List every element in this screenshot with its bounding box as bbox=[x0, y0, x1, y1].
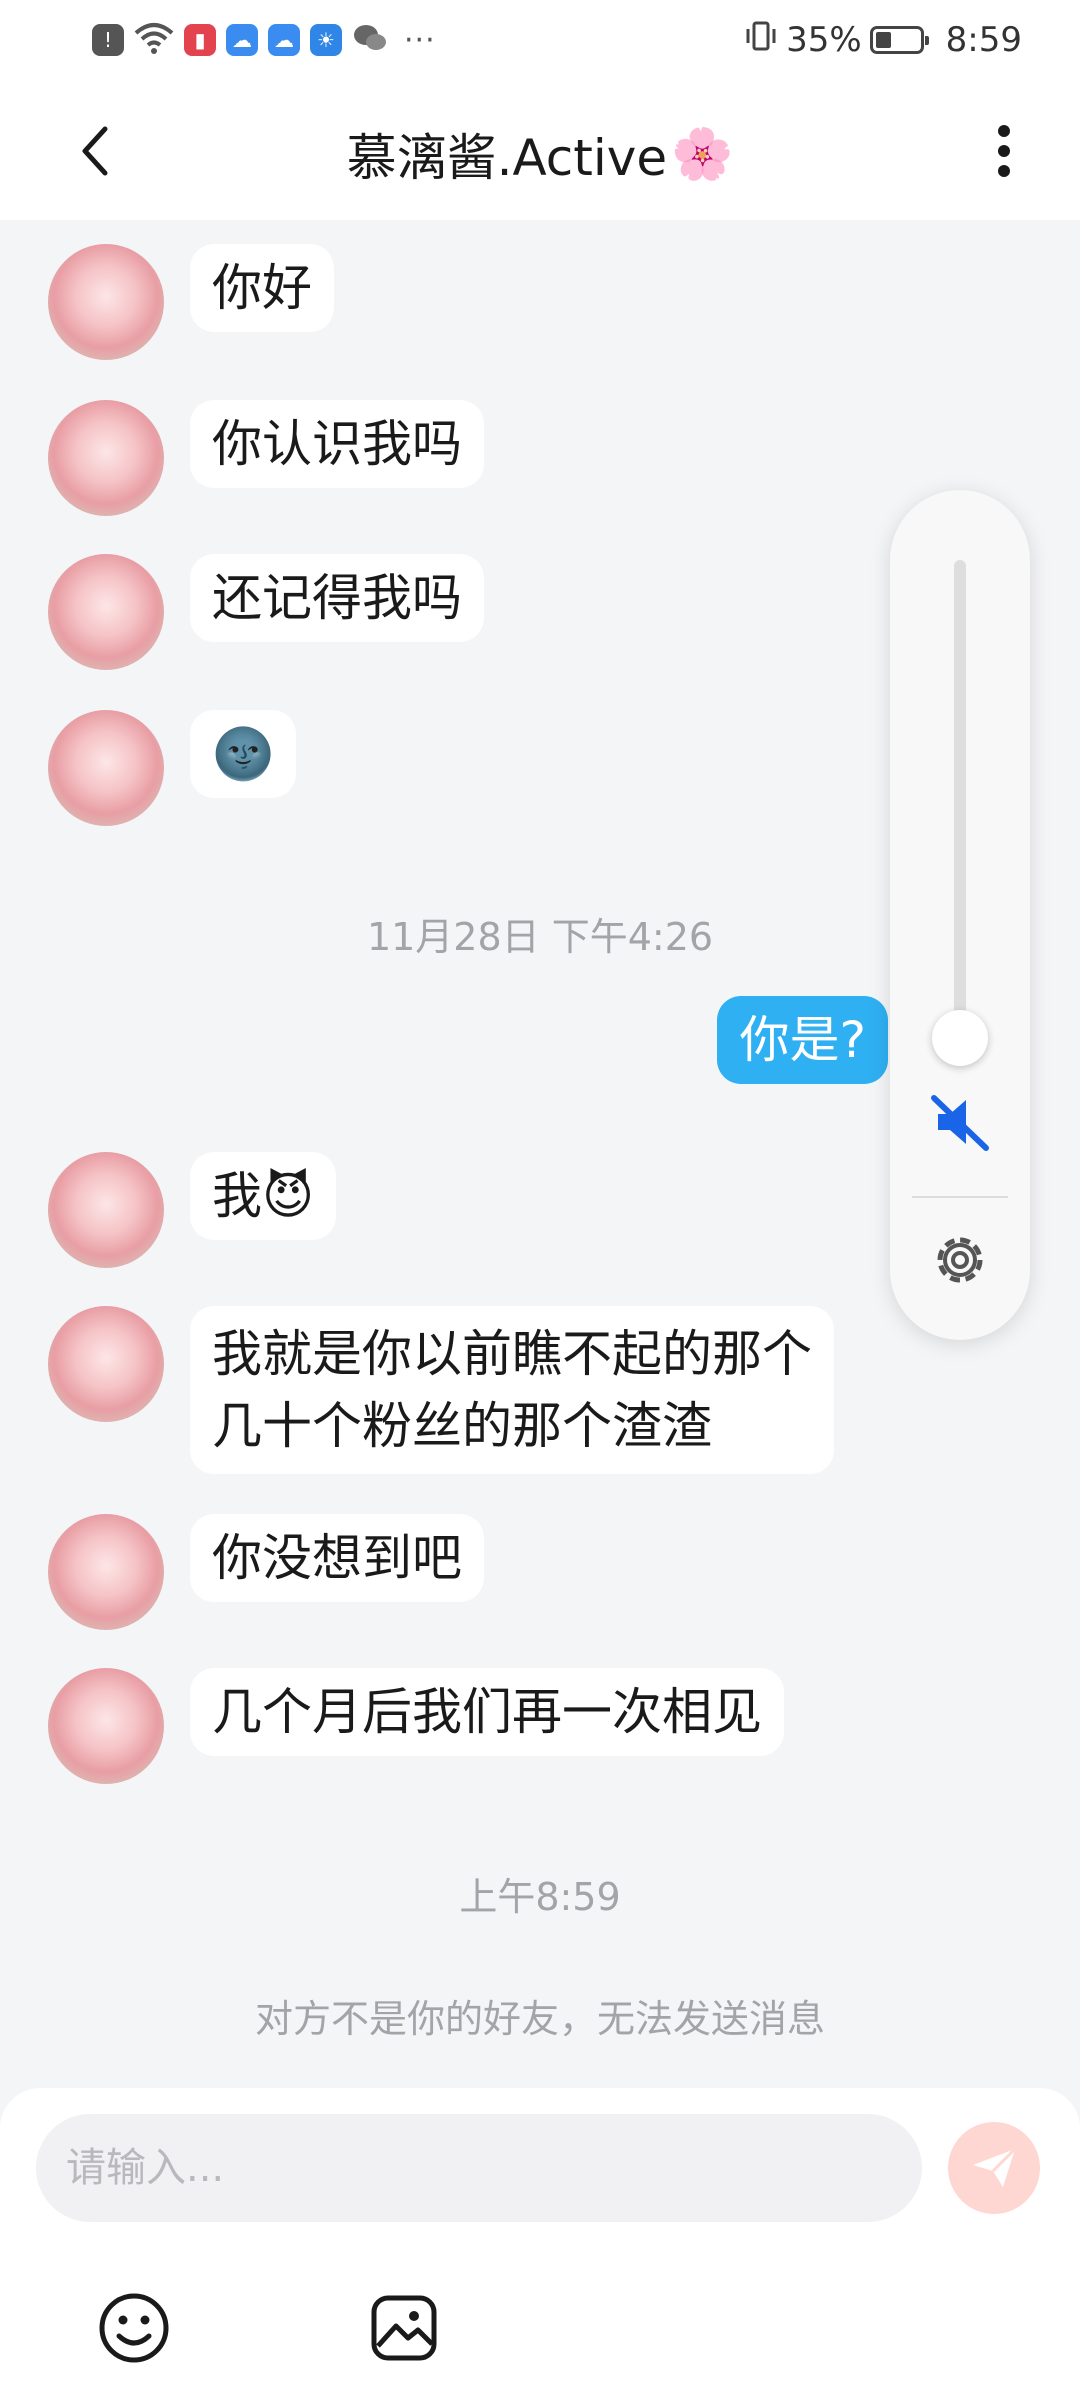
message-bubble[interactable]: 你认识我吗 bbox=[190, 400, 484, 488]
chat-title: 慕漓酱.Active 🌸 bbox=[0, 118, 1080, 190]
contact-avatar[interactable] bbox=[48, 1306, 164, 1422]
sakura-emoji: 🌸 bbox=[671, 124, 734, 183]
sent-message-bubble[interactable]: 你是? bbox=[717, 996, 888, 1084]
contact-name: 慕漓酱.Active bbox=[346, 129, 668, 187]
message-bubble[interactable]: 你没想到吧 bbox=[190, 1514, 484, 1602]
message-bubble[interactable]: 你好 bbox=[190, 244, 334, 332]
vibrate-icon bbox=[744, 19, 778, 62]
volume-panel bbox=[890, 490, 1030, 1340]
send-icon bbox=[973, 2147, 1017, 2187]
books-app-icon: ▮ bbox=[184, 24, 216, 56]
message-line: 几十个粉丝的那个渣渣 bbox=[212, 1397, 712, 1455]
message-bubble[interactable]: 还记得我吗 bbox=[190, 554, 484, 642]
emoji-icon bbox=[99, 2293, 169, 2363]
contact-avatar[interactable] bbox=[48, 400, 164, 516]
speaker-muted-icon bbox=[931, 1095, 989, 1151]
battery-icon bbox=[869, 26, 929, 54]
contact-avatar[interactable] bbox=[48, 710, 164, 826]
cloud-icon: ☁ bbox=[226, 24, 258, 56]
message-row: 你没想到吧 bbox=[48, 1514, 484, 1630]
more-vertical-icon bbox=[998, 125, 1010, 177]
message-timestamp: 上午8:59 bbox=[459, 1875, 621, 1919]
divider bbox=[912, 1196, 1008, 1198]
contact-avatar[interactable] bbox=[48, 1668, 164, 1784]
emoji-button[interactable] bbox=[94, 2288, 174, 2368]
weather-icon: ☀ bbox=[310, 24, 342, 56]
message-row: 几个月后我们再一次相见 bbox=[48, 1668, 784, 1784]
message-row: 🌚 bbox=[48, 710, 297, 826]
alert-icon: ! bbox=[92, 24, 124, 56]
not-friend-notice: 对方不是你的好友，无法发送消息 bbox=[254, 1997, 825, 2041]
gear-icon bbox=[937, 1237, 983, 1283]
message-row: 你好 bbox=[48, 244, 334, 360]
message-bubble[interactable]: 几个月后我们再一次相见 bbox=[190, 1668, 784, 1756]
more-options-button[interactable] bbox=[974, 116, 1034, 186]
message-bubble[interactable]: 我就是你以前瞧不起的那个 几十个粉丝的那个渣渣 bbox=[190, 1306, 834, 1474]
message-row: 我就是你以前瞧不起的那个 几十个粉丝的那个渣渣 bbox=[48, 1306, 834, 1474]
status-bar: ! ▮ ☁ ☁ ☀ ··· 35% 8:59 bbox=[0, 0, 1080, 80]
message-bubble[interactable]: 我😈 bbox=[190, 1152, 337, 1240]
volume-slider[interactable] bbox=[954, 560, 966, 1020]
send-button[interactable] bbox=[948, 2122, 1040, 2214]
input-area bbox=[0, 2088, 1080, 2400]
wechat-icon bbox=[352, 22, 388, 58]
contact-avatar[interactable] bbox=[48, 1152, 164, 1268]
cloud-icon: ☁ bbox=[268, 24, 300, 56]
clock: 8:59 bbox=[945, 20, 1022, 60]
chat-header: 慕漓酱.Active 🌸 bbox=[0, 80, 1080, 220]
image-icon bbox=[371, 2295, 437, 2361]
more-notifications-icon: ··· bbox=[404, 22, 436, 58]
status-icons-right: 35% 8:59 bbox=[744, 18, 1022, 62]
message-row: 我😈 bbox=[48, 1152, 337, 1268]
battery-fill bbox=[875, 32, 891, 48]
battery-percent: 35% bbox=[786, 20, 862, 60]
volume-slider-thumb[interactable] bbox=[932, 1010, 988, 1066]
message-bubble[interactable]: 🌚 bbox=[190, 710, 297, 798]
message-row: 还记得我吗 bbox=[48, 554, 484, 670]
contact-avatar[interactable] bbox=[48, 1514, 164, 1630]
message-line: 我就是你以前瞧不起的那个 bbox=[212, 1325, 812, 1383]
wifi-icon bbox=[134, 21, 174, 59]
contact-avatar[interactable] bbox=[48, 244, 164, 360]
mute-toggle-button[interactable] bbox=[928, 1090, 992, 1154]
sound-settings-button[interactable] bbox=[928, 1228, 992, 1292]
contact-avatar[interactable] bbox=[48, 554, 164, 670]
message-row: 你认识我吗 bbox=[48, 400, 484, 516]
message-input[interactable] bbox=[36, 2114, 922, 2222]
status-icons-left: ! ▮ ☁ ☁ ☀ ··· bbox=[92, 18, 436, 62]
image-button[interactable] bbox=[364, 2288, 444, 2368]
